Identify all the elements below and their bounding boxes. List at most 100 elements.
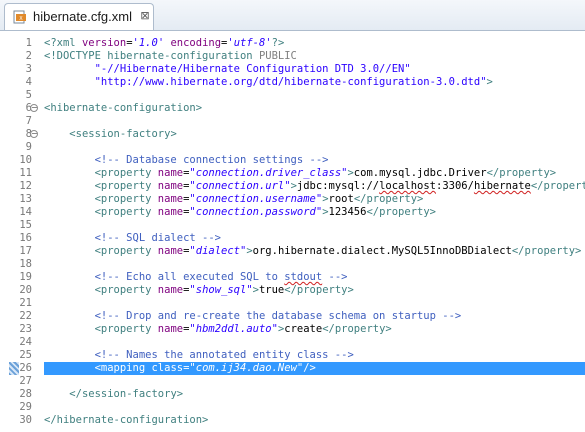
code-line[interactable]: 17 <property name="dialect">org.hibernat… [0,245,585,258]
code-line[interactable]: 1 <?xml version='1.0' encoding='utf-8'?> [0,37,585,50]
code-line[interactable]: 7 [0,115,585,128]
code-token: ?> [271,37,285,49]
code-line[interactable]: 30 </hibernate-configuration> [0,414,585,427]
line-number: 7 [25,115,32,127]
xml-editor[interactable]: 1 <?xml version='1.0' encoding='utf-8'?> 2… [0,31,585,432]
code-text[interactable]: <property name="connection.password">123… [44,206,436,219]
code-text[interactable]: <!DOCTYPE hibernate-configuration PUBLIC [44,50,297,63]
code-line[interactable]: 10 <!-- Database connection settings --> [0,154,585,167]
code-text[interactable]: </session-factory> [44,388,183,401]
line-number: 20 [19,284,32,296]
code-line[interactable]: 8− <session-factory> [0,128,585,141]
line-number: 30 [19,414,32,426]
code-token: 123456 [328,206,367,218]
line-number: 9 [25,141,32,153]
code-text[interactable]: <property name="show_sql">true</property… [44,284,354,297]
code-token: <!DOCTYPE hibernate-configuration [44,50,259,62]
code-token: </hibernate-configuration> [44,414,209,426]
close-tab-icon[interactable]: ⊠ [139,9,151,23]
code-line[interactable]: 6− <hibernate-configuration> [0,102,585,115]
code-line[interactable]: 5 [0,89,585,102]
code-line[interactable]: 15 [0,219,585,232]
code-line[interactable]: 20 <property name="show_sql">true</prope… [0,284,585,297]
code-text[interactable]: </hibernate-configuration> [44,414,208,427]
code-line[interactable]: 28 </session-factory> [0,388,585,401]
code-token: encoding [170,37,222,49]
code-line[interactable]: 24 [0,336,585,349]
code-token: stdout [284,271,323,283]
code-line[interactable]: 14 <property name="connection.password">… [0,206,585,219]
code-text[interactable]: <property name="connection.driver_class"… [44,167,557,180]
code-line[interactable]: 27 [0,375,585,388]
code-text[interactable]: <!-- SQL dialect --> [44,232,221,245]
code-text[interactable]: "-//Hibernate/Hibernate Configuration DT… [44,63,411,76]
code-token: <hibernate-configuration> [44,102,203,114]
code-text[interactable]: <!-- Echo all executed SQL to stdout --> [44,271,348,284]
code-text[interactable]: <property name="dialect">org.hibernate.d… [44,245,582,258]
code-text[interactable]: <!-- Names the annotated entity class --… [44,349,354,362]
code-token: </property> [284,284,354,296]
code-text[interactable]: "http://www.hibernate.org/dtd/hibernate-… [44,76,493,89]
code-token: <!-- Names the annotated entity class --… [94,349,354,361]
code-line[interactable]: 16 <!-- SQL dialect --> [0,232,585,245]
line-number: 8 [25,128,32,140]
code-line[interactable]: 11 <property name="connection.driver_cla… [0,167,585,180]
code-text[interactable]: <hibernate-configuration> [44,102,202,115]
code-token: "com.ij34.dao.New" [189,362,304,374]
code-token: name [157,284,184,296]
code-line[interactable]: 13 <property name="connection.username">… [0,193,585,206]
line-number: 22 [19,310,32,322]
code-line[interactable]: 3 "-//Hibernate/Hibernate Configuration … [0,63,585,76]
code-token: > [486,76,493,88]
code-token: hibernate [473,180,531,192]
code-token: "connection.password" [189,206,323,218]
code-token: name [157,180,184,192]
code-line[interactable]: 19 <!-- Echo all executed SQL to stdout … [0,271,585,284]
code-text[interactable]: <property name="connection.username">roo… [44,193,424,206]
code-line[interactable]: 12 <property name="connection.url">jdbc:… [0,180,585,193]
line-number: 6 [25,102,32,114]
code-token: </property> [530,180,585,192]
code-token: "connection.username" [189,193,323,205]
code-line[interactable]: 18 [0,258,585,271]
code-text[interactable]: <!-- Drop and re-create the database sch… [44,310,462,323]
line-number: 17 [19,245,32,257]
editor-tab-bar: X hibernate.cfg.xml ⊠ [0,0,585,31]
code-token: <property [94,284,158,296]
code-text[interactable]: <?xml version='1.0' encoding='utf-8'?> [44,37,284,50]
code-token: name [157,193,184,205]
fold-toggle-icon[interactable]: − [30,104,38,112]
code-token: <!-- Echo all executed SQL to [94,271,285,283]
code-token: version [81,37,127,49]
code-token: <?xml [44,37,82,49]
code-text[interactable]: <session-factory> [44,128,176,141]
code-token: "connection.url" [189,180,291,192]
code-token: "show_sql" [189,284,253,296]
code-token: </property> [353,193,424,205]
fold-toggle-icon[interactable]: − [30,130,38,138]
code-line[interactable]: 22 <!-- Drop and re-create the database … [0,310,585,323]
code-text[interactable]: <!-- Database connection settings --> [44,154,329,167]
code-line[interactable]: 25 <!-- Names the annotated entity class… [0,349,585,362]
code-line[interactable]: 26 <mapping class="com.ij34.dao.New"/> [9,362,585,375]
code-token: localhost [379,180,436,192]
code-text[interactable]: <property name="hbm2ddl.auto">create</pr… [44,323,392,336]
code-token: --> [322,271,348,283]
code-line[interactable]: 2 <!DOCTYPE hibernate-configuration PUBLI… [0,50,585,63]
tab-hibernate-cfg-xml[interactable]: X hibernate.cfg.xml ⊠ [4,3,154,30]
line-number: 23 [19,323,32,335]
code-line[interactable]: 29 [0,401,585,414]
line-number: 16 [19,232,32,244]
code-line[interactable]: 4 "http://www.hibernate.org/dtd/hibernat… [0,76,585,89]
code-text[interactable]: <mapping class="com.ij34.dao.New"/> [44,362,316,375]
code-line[interactable]: 9 [0,141,585,154]
code-text[interactable]: <property name="connection.url">jdbc:mys… [44,180,585,193]
code-line[interactable]: 23 <property name="hbm2ddl.auto">create<… [0,323,585,336]
code-line[interactable]: 21 [0,297,585,310]
